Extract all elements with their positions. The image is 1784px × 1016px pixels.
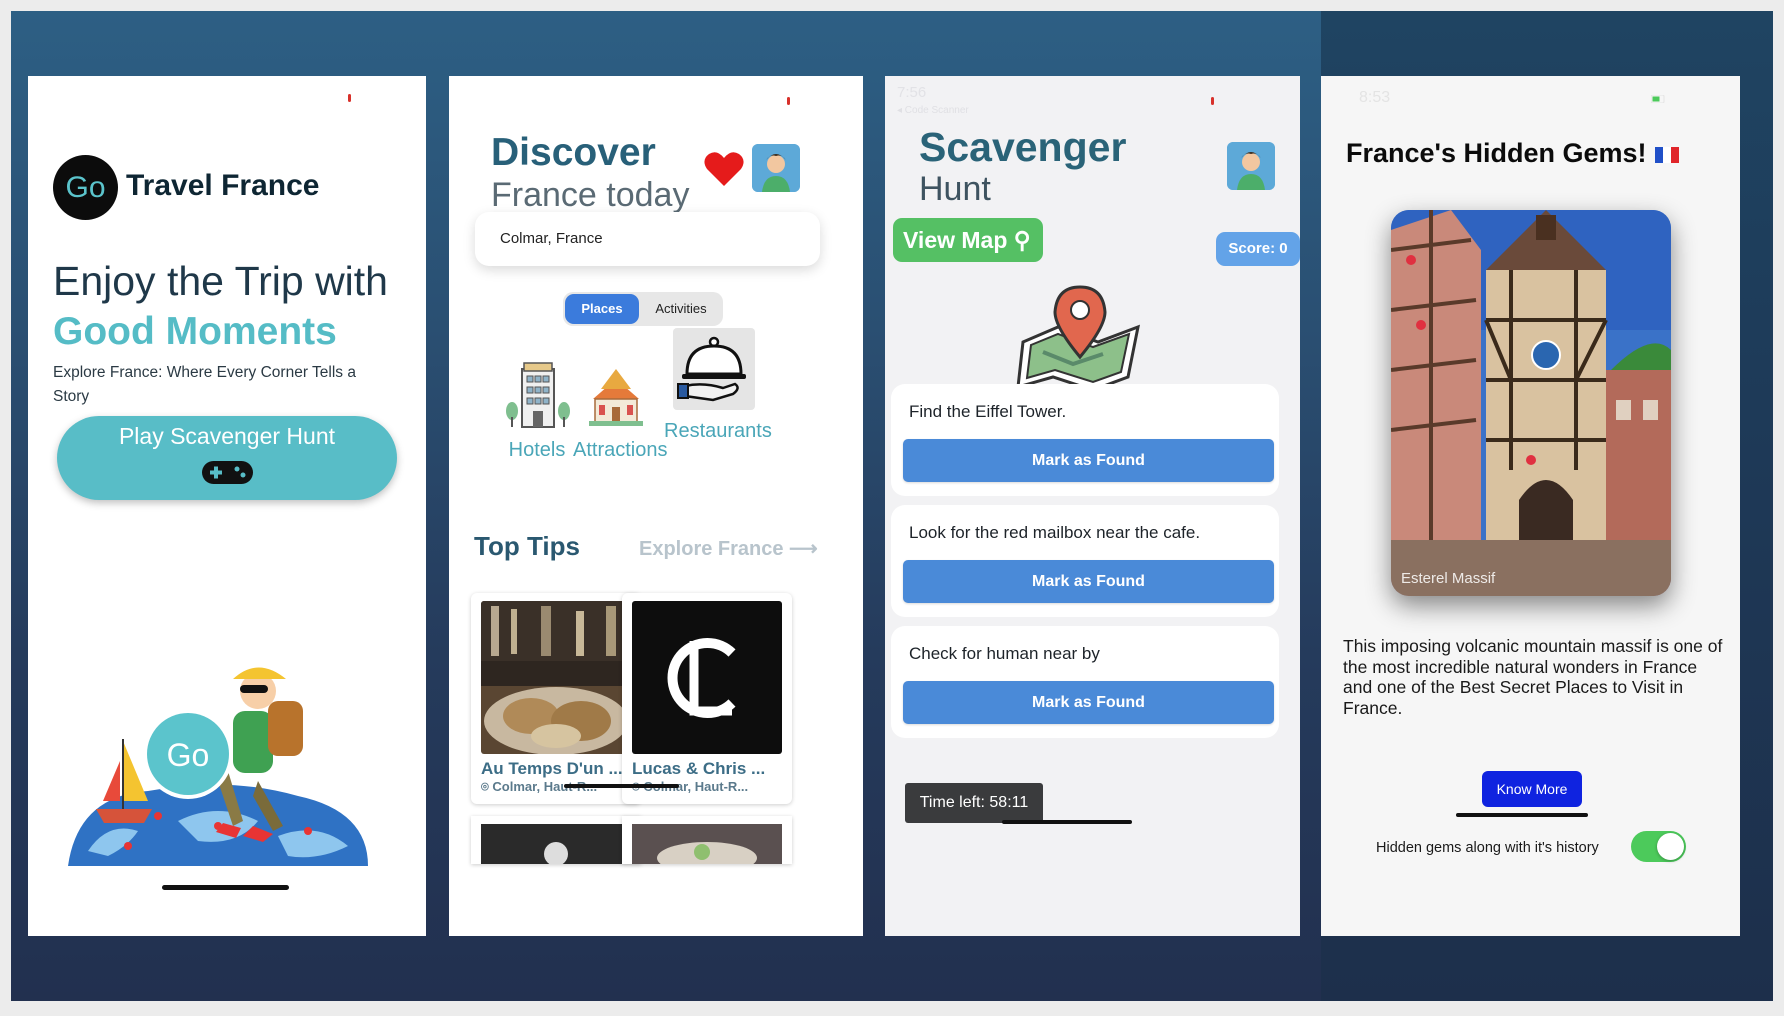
place-card-name: Au Temps D'un ... bbox=[481, 759, 623, 778]
score-badge: Score: 0 bbox=[1216, 232, 1300, 266]
task-card: Look for the red mailbox near the cafe. … bbox=[891, 505, 1279, 617]
mark-as-found-button[interactable]: Mark as Found bbox=[903, 560, 1274, 603]
toggle-label: Hidden gems along with it's history bbox=[1376, 840, 1599, 856]
hidden-gem-description: This imposing volcanic mountain massif i… bbox=[1343, 636, 1723, 718]
view-map-button[interactable]: View Map ⚲ bbox=[893, 218, 1043, 262]
time-left-indicator: Time left: 58:11 bbox=[905, 783, 1043, 823]
brand-title: Travel France bbox=[126, 169, 320, 202]
category-label-attractions: Attractions bbox=[573, 439, 668, 461]
avatar[interactable] bbox=[1227, 142, 1275, 190]
task-text: Look for the red mailbox near the cafe. bbox=[909, 523, 1201, 542]
village-photo bbox=[1391, 210, 1671, 596]
recording-indicator bbox=[787, 97, 790, 105]
status-back-label[interactable]: ◂ Code Scanner bbox=[897, 105, 969, 116]
place-photo-partial bbox=[481, 824, 631, 864]
tagline: Explore France: Where Every Corner Tells… bbox=[53, 364, 356, 405]
place-card-partial[interactable] bbox=[622, 816, 792, 864]
place-photo-restaurant bbox=[481, 601, 631, 754]
showcase-background: Go Travel France Enjoy the Trip with Goo… bbox=[11, 11, 1773, 1001]
task-text: Find the Eiffel Tower. bbox=[909, 402, 1067, 421]
play-button-label: Play Scavenger Hunt bbox=[118, 423, 336, 449]
task-text: Check for human near by bbox=[909, 644, 1100, 663]
screen-scavenger-hunt: 7:56 ◂ Code Scanner Scavenger Hunt View … bbox=[885, 76, 1300, 936]
avatar[interactable] bbox=[752, 144, 800, 192]
home-indicator bbox=[1456, 813, 1588, 817]
task-card: Find the Eiffel Tower. Mark as Found bbox=[891, 384, 1279, 496]
tab-places[interactable]: Places bbox=[565, 294, 639, 324]
status-time: 8:53 bbox=[1359, 89, 1391, 106]
map-pin-illustration bbox=[1016, 285, 1141, 392]
status-time: 7:56 bbox=[897, 84, 927, 101]
photo-caption: Esterel Massif bbox=[1401, 570, 1496, 587]
battery-icon bbox=[1651, 95, 1665, 103]
explore-france-link[interactable]: Explore France ⟶ bbox=[639, 536, 818, 561]
know-more-button[interactable]: Know More bbox=[1482, 771, 1582, 807]
mark-as-found-button[interactable]: Mark as Found bbox=[903, 439, 1274, 482]
place-card-partial[interactable] bbox=[471, 816, 641, 864]
screen-discover-france: Discover France today Colmar, France Pla… bbox=[449, 76, 863, 936]
recording-indicator bbox=[348, 94, 351, 102]
screen-hidden-gems: 8:53 France's Hidden Gems! Esterel Massi… bbox=[1321, 76, 1740, 936]
home-indicator bbox=[162, 885, 289, 890]
temple-icon bbox=[589, 369, 643, 426]
recording-indicator bbox=[1211, 97, 1214, 105]
play-scavenger-hunt-button[interactable]: Play Scavenger Hunt bbox=[57, 416, 397, 500]
category-hotels[interactable]: Hotels bbox=[497, 359, 577, 462]
hero-highlight: Good Moments bbox=[53, 310, 337, 353]
places-activities-segmented: Places Activities bbox=[563, 292, 723, 326]
hidden-gem-photo: Esterel Massif bbox=[1391, 210, 1671, 596]
task-card: Check for human near by Mark as Found bbox=[891, 626, 1279, 738]
pin-icon: ⌾ bbox=[481, 779, 493, 794]
category-attractions[interactable]: Attractions bbox=[573, 359, 667, 462]
place-card[interactable]: Lucas & Chris ... ⌾ Colmar, Haut-R... bbox=[622, 593, 792, 804]
heart-icon[interactable] bbox=[703, 150, 745, 188]
gamepad-icon bbox=[202, 461, 253, 484]
category-label-hotels: Hotels bbox=[508, 439, 566, 461]
section-title-top-tips: Top Tips bbox=[474, 531, 580, 561]
category-restaurants[interactable]: Restaurants bbox=[664, 328, 772, 443]
page-title: France's Hidden Gems! bbox=[1346, 138, 1679, 169]
go-logo: Go bbox=[53, 155, 118, 220]
illustration-go-badge: Go bbox=[167, 737, 210, 773]
place-card-name: Lucas & Chris ... bbox=[632, 759, 766, 778]
cloche-icon bbox=[673, 328, 755, 410]
page-title-line2: Hunt bbox=[919, 170, 991, 208]
category-label-restaurants: Restaurants bbox=[664, 420, 772, 442]
place-photo-logo bbox=[632, 601, 782, 754]
tab-activities[interactable]: Activities bbox=[641, 294, 721, 324]
location-field[interactable]: Colmar, France bbox=[475, 212, 820, 266]
page-title: Scavenger bbox=[919, 124, 1127, 170]
hotel-icon bbox=[506, 362, 570, 428]
hero-heading: Enjoy the Trip with bbox=[53, 258, 388, 304]
view-map-label: View Map bbox=[903, 227, 1008, 253]
home-indicator bbox=[564, 784, 679, 788]
history-toggle[interactable] bbox=[1631, 831, 1686, 862]
traveler-illustration: Go bbox=[68, 667, 368, 866]
toggle-knob bbox=[1657, 833, 1684, 860]
france-flag-icon bbox=[1654, 146, 1679, 163]
screen-travel-france-home: Go Travel France Enjoy the Trip with Goo… bbox=[28, 76, 426, 936]
place-card[interactable]: Au Temps D'un ... ⌾ Colmar, Haut-R... bbox=[471, 593, 641, 804]
home-indicator bbox=[1002, 820, 1132, 824]
place-photo-partial bbox=[632, 824, 782, 864]
page-subtitle: France today bbox=[491, 176, 690, 214]
map-pin-icon: ⚲ bbox=[1013, 227, 1031, 253]
page-title: Discover bbox=[491, 131, 656, 174]
mark-as-found-button[interactable]: Mark as Found bbox=[903, 681, 1274, 724]
